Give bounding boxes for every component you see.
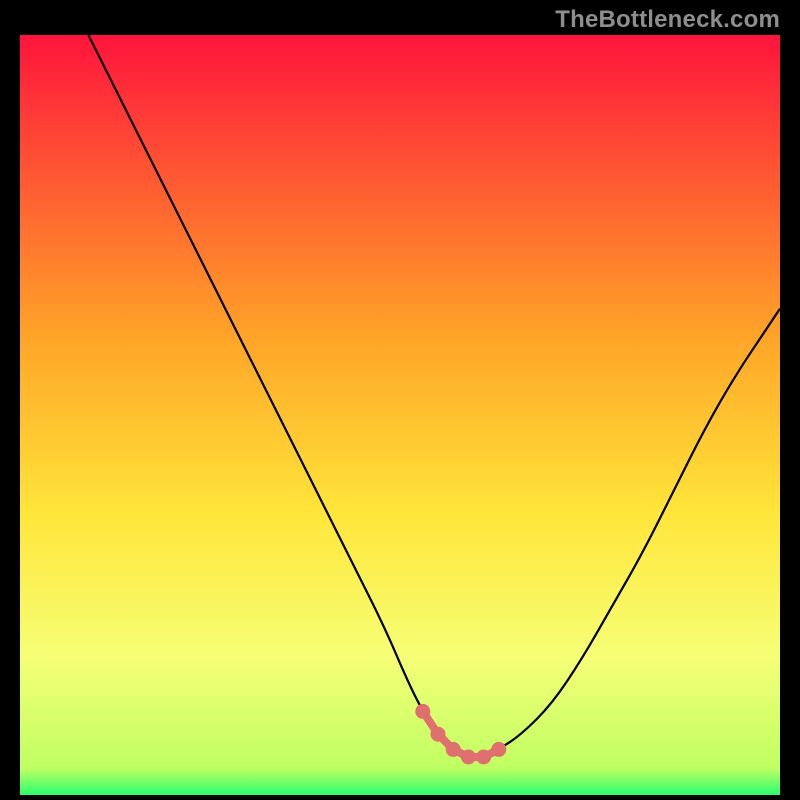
chart-frame — [20, 35, 780, 795]
optimal-range-dot — [415, 704, 430, 719]
optimal-range-dot — [491, 742, 506, 757]
optimal-range-dot — [446, 742, 461, 757]
bottleneck-chart — [20, 35, 780, 795]
gradient-background — [20, 35, 780, 795]
watermark-text: TheBottleneck.com — [555, 6, 780, 34]
optimal-range-dot — [476, 750, 491, 765]
optimal-range-dot — [461, 750, 476, 765]
optimal-range-dot — [431, 727, 446, 742]
